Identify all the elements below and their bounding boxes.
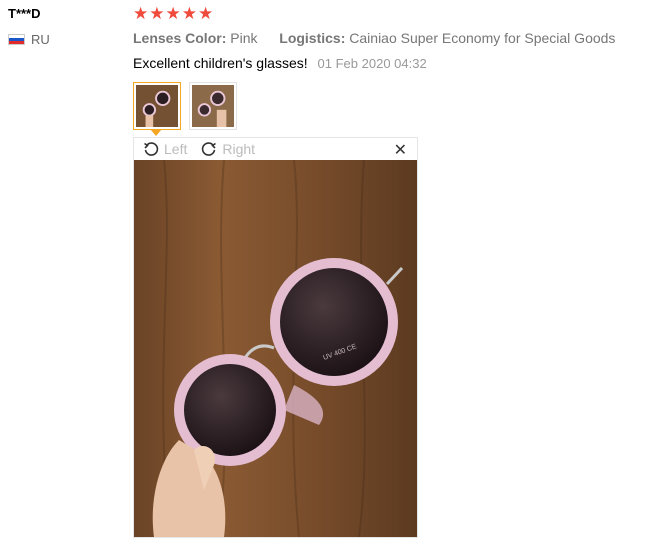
review-date: 01 Feb 2020 04:32 — [317, 56, 427, 71]
star-icon: ★ — [181, 4, 197, 23]
rotate-right-label: Right — [222, 141, 256, 157]
star-icon: ★ — [198, 4, 214, 23]
review-photo: UV 400 CE — [134, 160, 417, 537]
review-thumbnail-1[interactable] — [133, 82, 181, 130]
active-thumbnail-pointer — [150, 129, 162, 136]
thumbnail-image — [136, 85, 178, 127]
attribute-label: Lenses Color: — [133, 30, 227, 46]
rotate-left-label: Left — [164, 141, 188, 157]
russia-flag-icon — [8, 34, 25, 45]
rotate-left-button[interactable]: Left — [143, 141, 187, 157]
star-icon: ★ — [165, 4, 181, 23]
review-thumbnail-2[interactable] — [189, 82, 237, 130]
close-icon[interactable]: ✕ — [394, 140, 407, 160]
image-viewer: Left Right ✕ UV 400 CE — [133, 137, 418, 538]
star-rating: ★ ★ ★ ★ ★ — [133, 4, 213, 24]
star-icon: ★ — [149, 4, 165, 23]
attribute-label: Logistics: — [279, 30, 346, 46]
attribute-value: Cainiao Super Economy for Special Goods — [349, 30, 616, 46]
star-icon: ★ — [133, 4, 149, 23]
viewer-toolbar: Left Right ✕ — [134, 138, 417, 160]
review-text: Excellent children's glasses! — [133, 55, 308, 71]
product-attributes: Lenses Color: Pink Logistics: Cainiao Su… — [133, 30, 615, 46]
reviewer-name: T***D — [8, 6, 41, 21]
country-code: RU — [31, 32, 50, 47]
rotate-right-icon — [202, 142, 217, 156]
review-body: Excellent children's glasses! 01 Feb 202… — [133, 55, 427, 71]
rotate-left-icon — [144, 142, 159, 156]
thumbnail-image — [192, 85, 234, 127]
attribute-value: Pink — [230, 30, 258, 46]
reviewer-country: RU — [8, 32, 50, 47]
rotate-right-button[interactable]: Right — [201, 141, 255, 157]
